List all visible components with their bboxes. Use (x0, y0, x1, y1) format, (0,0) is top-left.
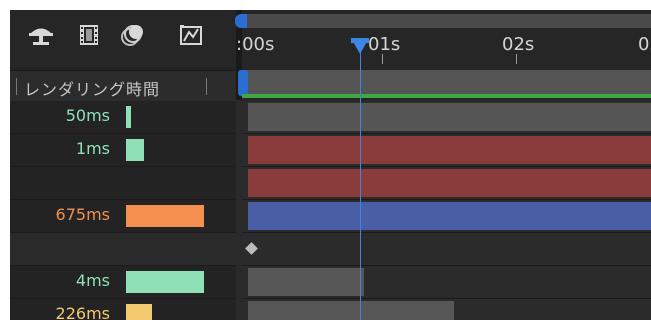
cached-frames-indicator (242, 94, 651, 98)
tick-label: 01s (368, 34, 401, 55)
track-row (242, 200, 651, 233)
time-navigator-start-handle[interactable] (235, 14, 247, 28)
tick-label: 03 (638, 34, 651, 55)
layer-row[interactable]: 226ms (10, 299, 236, 320)
work-area-bar[interactable] (242, 70, 651, 96)
layer-duration-bar[interactable] (248, 136, 651, 164)
column-separator (16, 78, 17, 95)
shy-layers-icon[interactable] (28, 22, 54, 48)
time-ruler[interactable]: :00s 01s 02s 03 (236, 30, 651, 68)
graph-editor-icon[interactable] (178, 22, 204, 48)
layer-duration-bar[interactable] (248, 202, 651, 230)
layer-duration-bar[interactable] (248, 169, 651, 197)
timeline-area: :00s 01s 02s 03 (235, 10, 651, 320)
timeline-toolbar (10, 10, 236, 68)
render-time-bar (126, 205, 204, 227)
tick-label: 02s (502, 34, 535, 55)
render-time-value: 226ms (55, 304, 110, 320)
layer-duration-bar[interactable] (248, 103, 651, 131)
layer-row[interactable]: 50ms (10, 101, 236, 134)
work-area-start-handle[interactable] (238, 70, 248, 96)
render-time-value: 4ms (75, 271, 110, 290)
time-navigator[interactable] (242, 14, 651, 28)
layer-row[interactable]: 675ms (10, 200, 236, 233)
track-row (242, 233, 651, 266)
playhead-line (360, 40, 361, 320)
tick-mark (516, 54, 517, 64)
render-time-bar (126, 271, 204, 293)
column-header-label: レンダリング時間 (24, 80, 161, 99)
motion-blur-icon[interactable] (120, 22, 146, 48)
track-row (242, 299, 651, 320)
tick-label: :00s (236, 34, 275, 55)
render-time-value: 675ms (55, 205, 110, 224)
layer-duration-bar[interactable] (248, 301, 454, 320)
layer-row[interactable]: 1ms (10, 134, 236, 167)
track-row (242, 266, 651, 299)
playhead[interactable] (351, 38, 369, 54)
column-separator (206, 78, 207, 95)
track-row (242, 167, 651, 200)
layer-row[interactable] (10, 233, 236, 266)
layer-row[interactable]: 4ms (10, 266, 236, 299)
timeline-panel: レンダリング時間 50ms 1ms 675ms 4ms 226ms :00s 01s 0… (10, 10, 651, 320)
frame-blending-icon[interactable] (76, 22, 102, 48)
layer-column: レンダリング時間 50ms 1ms 675ms 4ms 226ms (10, 10, 236, 320)
layer-duration-bar[interactable] (248, 268, 364, 296)
render-time-value: 1ms (75, 139, 110, 158)
render-time-column-header[interactable]: レンダリング時間 (10, 70, 236, 102)
render-time-bar (126, 139, 144, 161)
render-time-bar (126, 106, 131, 128)
render-time-value: 50ms (65, 106, 110, 125)
render-time-bar (126, 304, 152, 320)
layer-row[interactable] (10, 167, 236, 200)
track-row (242, 101, 651, 134)
tick-mark (382, 54, 383, 64)
track-row (242, 134, 651, 167)
